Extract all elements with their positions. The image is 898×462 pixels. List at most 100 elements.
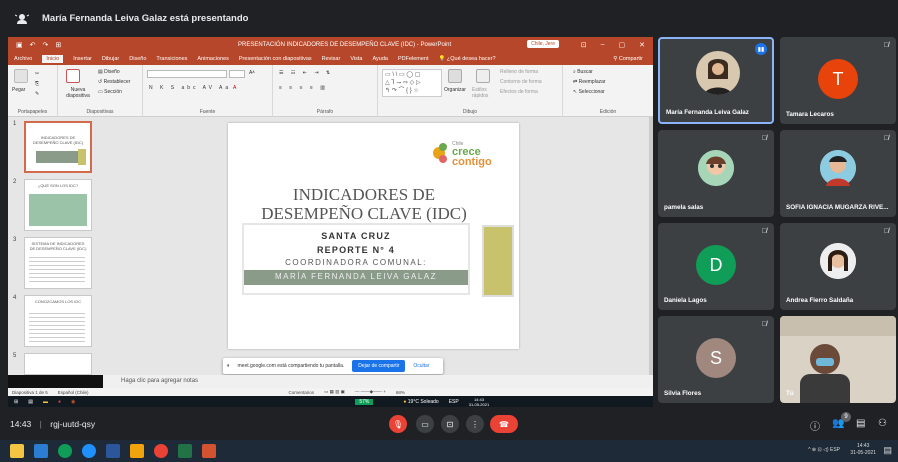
meeting-code[interactable]: rgj-uutd-qsy: [50, 419, 95, 429]
media-icon[interactable]: [130, 444, 144, 458]
ppt-user-pill[interactable]: Chile, Jere: [527, 40, 559, 48]
more-options-button[interactable]: ⋮: [466, 415, 484, 433]
status-language[interactable]: Español (Chile): [58, 390, 89, 395]
slide-thumbnail-5[interactable]: [24, 353, 92, 375]
ribbon-display-icon[interactable]: ⊡: [581, 41, 587, 49]
select-button[interactable]: ↖ Seleccionar: [573, 89, 605, 95]
participant-tile-maria[interactable]: ▮▮ María Fernanda Leiva Galaz: [658, 37, 774, 124]
align-buttons[interactable]: ≡ ≡ ≡ ≡ ▥: [279, 85, 328, 91]
tab-ayuda[interactable]: Ayuda: [372, 56, 388, 62]
save-icon[interactable]: ▣: [16, 41, 23, 49]
maximize-icon[interactable]: ▢: [619, 41, 626, 49]
current-slide[interactable]: Chile crece contigo INDICADORES DE DESEM…: [228, 123, 519, 349]
tab-revisar[interactable]: Revisar: [322, 56, 341, 62]
file-explorer-icon[interactable]: ▬: [43, 399, 48, 405]
shape-effects-button[interactable]: Efectos de forma: [500, 89, 538, 95]
tab-vista[interactable]: Vista: [350, 56, 362, 62]
start-presentation-icon[interactable]: ⊞: [55, 41, 61, 49]
find-button[interactable]: ⌕ Buscar: [573, 69, 593, 75]
minimize-icon[interactable]: –: [601, 41, 605, 49]
arrange-icon[interactable]: [448, 69, 462, 83]
redo-icon[interactable]: ↷: [43, 41, 49, 49]
slide-thumbnail-2[interactable]: ¿QUÉ SON LOS IDC?: [24, 179, 92, 231]
windows-app-icon[interactable]: [34, 444, 48, 458]
layout-button[interactable]: ▤ Diseño: [98, 69, 120, 75]
powerpoint-icon[interactable]: [202, 444, 216, 458]
info-icon[interactable]: ⓘ: [810, 418, 820, 433]
view-buttons[interactable]: ▭ ▦ ▥ ▣: [324, 389, 345, 395]
zoom-slider[interactable]: — ——◆—— +: [355, 389, 386, 395]
font-size-dropdown[interactable]: [229, 70, 245, 78]
vertical-scrollbar[interactable]: [649, 117, 653, 375]
copy-icon[interactable]: ⎘: [35, 81, 39, 87]
slide-thumbnail-3[interactable]: SISTEMA DE INDICADORES DE DESEMPEÑO CLAV…: [24, 237, 92, 289]
ppt-share-button[interactable]: ⚲ Compartir: [613, 56, 643, 62]
chrome-icon[interactable]: [154, 444, 168, 458]
task-view-icon[interactable]: ▤: [28, 399, 33, 405]
chrome-icon[interactable]: ●: [58, 399, 61, 405]
shapes-gallery[interactable]: ▭ \ \ ▭ ◯ ▢ △ ⅂ ⇁ ⇨ ◇ ▷ ↰ ↷ ⌒ { } ☆: [382, 69, 442, 97]
paste-icon[interactable]: [14, 69, 28, 83]
participant-tile-tamara[interactable]: 🎙̸ T Tamara Lecaros: [780, 37, 896, 124]
shape-fill-button[interactable]: Relleno de forma: [500, 69, 538, 75]
tab-pdfelement[interactable]: PDFelement: [398, 56, 429, 62]
camera-toggle-button[interactable]: ▭: [416, 415, 434, 433]
present-button[interactable]: ⊡: [441, 415, 459, 433]
browser-icon[interactable]: [58, 444, 72, 458]
status-comments[interactable]: Comentarios: [289, 390, 315, 395]
end-call-button[interactable]: ☎: [490, 415, 518, 433]
tab-animaciones[interactable]: Animaciones: [197, 56, 229, 62]
internet-explorer-icon[interactable]: [82, 444, 96, 458]
quick-access-toolbar[interactable]: ▣ ↶ ↷ ⊞: [16, 41, 61, 49]
mic-toggle-button[interactable]: 🎙: [389, 415, 407, 433]
slide-thumbnail-1[interactable]: INDICADORES DE DESEMPEÑO CLAVE (IDC): [24, 121, 92, 173]
activities-icon[interactable]: ⚇: [878, 418, 887, 429]
list-buttons[interactable]: ☰ ☷ ⇤ ⇥ ⇅: [279, 70, 333, 76]
tab-diseno[interactable]: Diseño: [129, 56, 146, 62]
participant-tile-andrea[interactable]: 🎙̸ Andrea Fierro Saldaña: [780, 223, 896, 310]
stop-sharing-button[interactable]: Dejar de compartir: [352, 360, 406, 372]
reset-button[interactable]: ↺ Restablecer: [98, 79, 130, 85]
word-icon[interactable]: [106, 444, 120, 458]
cut-icon[interactable]: ✂: [35, 71, 39, 77]
slide-thumbnail-4[interactable]: CONOZCAMOS LOS IDC: [24, 295, 92, 347]
hide-button[interactable]: Ocultar: [413, 363, 429, 369]
file-explorer-icon[interactable]: [10, 444, 24, 458]
tell-me-search[interactable]: 💡 ¿Qué desea hacer?: [439, 56, 496, 62]
participant-tile-silvia[interactable]: 🎙̸ S Silvia Flores: [658, 316, 774, 403]
excel-icon[interactable]: [178, 444, 192, 458]
tab-dibujar[interactable]: Dibujar: [102, 56, 119, 62]
participant-tile-self[interactable]: 🎙̸ Tú: [780, 316, 896, 403]
nueva-diapositiva-label[interactable]: Nueva diapositiva: [62, 87, 94, 99]
font-color-icon[interactable]: A: [233, 85, 236, 91]
shape-outline-button[interactable]: Contorno de forma: [500, 79, 542, 85]
tab-insertar[interactable]: Insertar: [73, 56, 92, 62]
powerpoint-icon[interactable]: ◉: [71, 399, 75, 405]
notifications-icon[interactable]: ▤: [883, 445, 892, 456]
tab-presentacion[interactable]: Presentación con diapositivas: [239, 56, 312, 62]
font-name-dropdown[interactable]: [147, 70, 227, 78]
replace-button[interactable]: ⇄ Reemplazar: [573, 79, 606, 85]
tab-inicio[interactable]: Inicio: [42, 55, 64, 63]
participant-tile-daniela[interactable]: 🎙̸ D Daniela Lagos: [658, 223, 774, 310]
estilos-label[interactable]: Estilos rápidos: [472, 87, 494, 99]
windows-start-icon[interactable]: ⊞: [14, 399, 18, 405]
participant-tile-sofia[interactable]: 🎙̸ SOFIA IGNACIA MUGARZA RIVE...: [780, 130, 896, 217]
quick-styles-icon[interactable]: [476, 69, 490, 83]
close-icon[interactable]: ✕: [639, 41, 645, 49]
section-button[interactable]: ▭ Sección: [98, 89, 122, 95]
tab-transiciones[interactable]: Transiciones: [156, 56, 187, 62]
chat-icon[interactable]: ▤: [856, 418, 865, 429]
new-slide-icon[interactable]: [66, 69, 80, 83]
format-painter-icon[interactable]: ✎: [35, 91, 39, 97]
font-grow-icon[interactable]: Aᴬ: [249, 70, 255, 76]
undo-icon[interactable]: ↶: [30, 41, 36, 49]
font-format-buttons[interactable]: N K S abc AV Aa: [149, 85, 231, 91]
system-tray[interactable]: ^ ⊕ ⊡ ◁) ESP: [808, 447, 840, 453]
participant-tile-pamela[interactable]: 🎙̸ pamela salas: [658, 130, 774, 217]
taskbar-clock[interactable]: 14:43 31-05-2021: [850, 443, 876, 457]
tab-archivo[interactable]: Archivo: [14, 56, 32, 62]
notes-pane[interactable]: Haga clic para agregar notas: [103, 375, 653, 388]
organizar-label[interactable]: Organizar: [444, 87, 466, 93]
zoom-level[interactable]: 68%: [396, 390, 405, 395]
